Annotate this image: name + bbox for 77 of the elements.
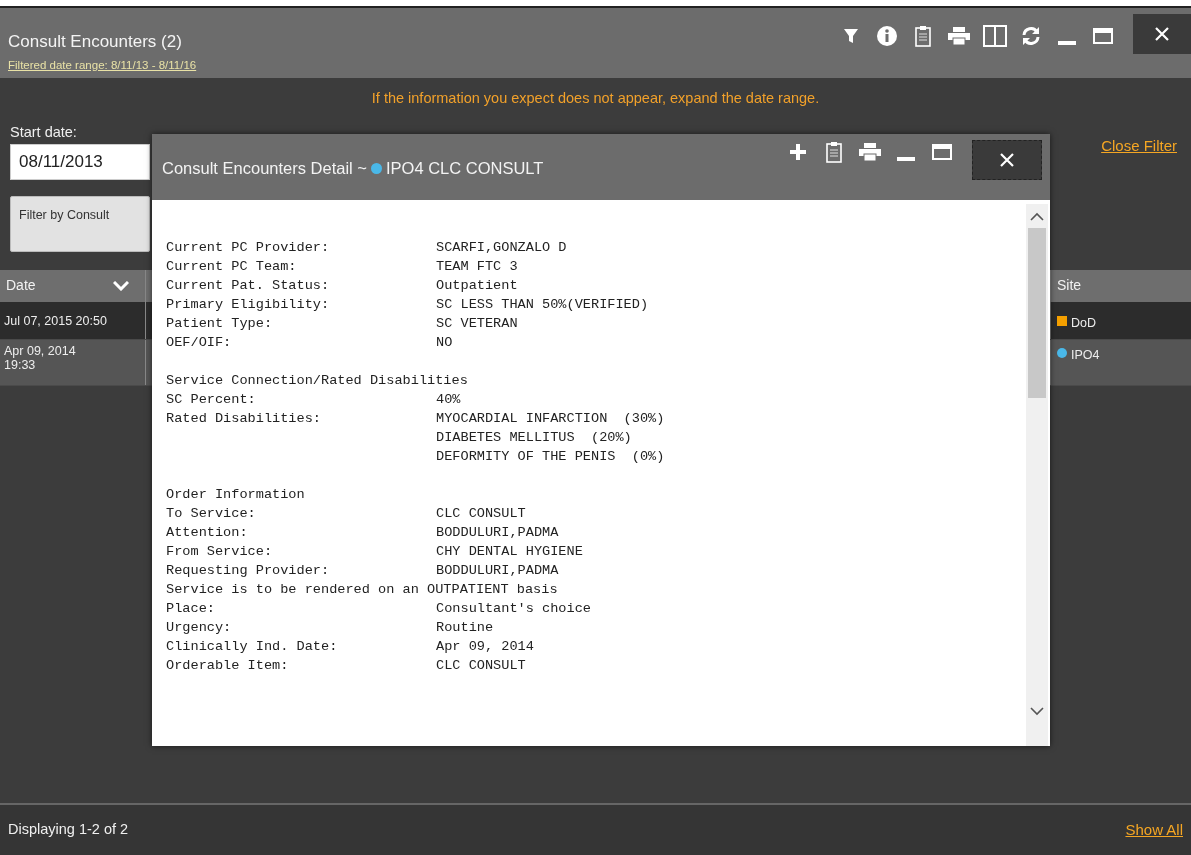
field-label: Current PC Provider: bbox=[166, 239, 331, 257]
field-label: Primary Eligibility: bbox=[166, 296, 331, 314]
maximize-icon bbox=[1093, 28, 1113, 44]
field-value: MYOCARDIAL INFARCTION (30%) bbox=[436, 410, 665, 428]
field-value: SC VETERAN bbox=[436, 315, 518, 333]
field-value: DEFORMITY OF THE PENIS (0%) bbox=[436, 448, 665, 466]
section-heading: Service Connection/Rated Disabilities bbox=[166, 372, 468, 390]
dialog-title: IPO4 CLC CONSULT bbox=[386, 157, 544, 179]
show-all-link[interactable]: Show All bbox=[1125, 818, 1183, 842]
plus-icon bbox=[790, 144, 806, 160]
field-value: Apr 09, 2014 bbox=[436, 638, 534, 656]
print-button[interactable] bbox=[856, 140, 884, 164]
clipboard-icon bbox=[826, 141, 842, 163]
close-button[interactable] bbox=[1133, 14, 1191, 54]
field-value: CHY DENTAL HYGIENE bbox=[436, 543, 583, 561]
print-icon bbox=[859, 143, 881, 161]
date-range-hint: If the information you expect does not appear, expand the date range. bbox=[370, 89, 821, 108]
section-heading: Order Information bbox=[166, 486, 305, 504]
field-label: Patient Type: bbox=[166, 315, 274, 333]
info-icon bbox=[877, 26, 897, 46]
field-value: CLC CONSULT bbox=[436, 657, 526, 675]
field-value: CLC CONSULT bbox=[436, 505, 526, 523]
scroll-up-icon[interactable] bbox=[1030, 212, 1044, 222]
maximize-icon bbox=[932, 144, 952, 160]
field-label: To Service: bbox=[166, 505, 257, 523]
scrollbar[interactable] bbox=[1026, 204, 1048, 746]
columns-button[interactable] bbox=[981, 24, 1009, 48]
filter-icon bbox=[844, 28, 858, 44]
start-date-field[interactable]: 08/11/2013 bbox=[10, 143, 150, 180]
field-value: TEAM FTC 3 bbox=[436, 258, 518, 276]
field-value: 40% bbox=[436, 391, 461, 409]
field-value: Consultant's choice bbox=[436, 600, 591, 618]
field-label: Orderable Item: bbox=[166, 657, 290, 675]
close-icon bbox=[1000, 153, 1014, 167]
close-icon bbox=[1155, 27, 1169, 41]
field-label: OEF/OIF: bbox=[166, 334, 233, 352]
field-value: NO bbox=[436, 334, 453, 352]
clipboard-icon bbox=[915, 25, 931, 47]
close-button[interactable] bbox=[972, 140, 1042, 180]
site-label: IPO4 bbox=[1071, 346, 1100, 364]
field-label: Current Pat. Status: bbox=[166, 277, 331, 295]
columns-icon bbox=[983, 25, 1007, 47]
field-value: Outpatient bbox=[436, 277, 518, 295]
field-label: Current PC Team: bbox=[166, 258, 298, 276]
column-header[interactable]: Date bbox=[0, 269, 146, 302]
field-label: Place: bbox=[166, 600, 216, 618]
field-value: Routine bbox=[436, 619, 494, 637]
table-cell-text: Jul 07, 2015 20:50 bbox=[3, 312, 108, 330]
close-filter-link[interactable]: Close Filter bbox=[1101, 136, 1177, 154]
dialog-title-prefix: Consult Encounters Detail ~ bbox=[162, 157, 367, 179]
table-cell-text: Apr 09, 2014 19:33 bbox=[3, 342, 77, 374]
panel-title: Consult Encounters (2) bbox=[8, 32, 183, 52]
date-range-link[interactable]: Filtered date range: 8/11/13 - 8/11/16 bbox=[8, 58, 197, 72]
field-value: BODDULURI,PADMA bbox=[436, 524, 559, 542]
field-label: Requesting Provider: bbox=[166, 562, 331, 580]
start-date-label: Start date: bbox=[10, 122, 78, 142]
filter-by-consult-button[interactable]: Filter by Consult bbox=[10, 195, 150, 252]
field-label: Clinically Ind. Date: bbox=[166, 638, 339, 656]
field-value: BODDULURI,PADMA bbox=[436, 562, 559, 580]
site-label: DoD bbox=[1071, 314, 1096, 332]
field-value: SC LESS THAN 50%(VERIFIED) bbox=[436, 296, 649, 314]
field-label: From Service: bbox=[166, 543, 274, 561]
field-label: Attention: bbox=[166, 524, 249, 542]
field-value: SCARFI,GONZALO D bbox=[436, 239, 567, 257]
minimize-icon bbox=[1058, 41, 1076, 45]
field-value: DIABETES MELLITUS (20%) bbox=[436, 429, 632, 447]
field-label: Urgency: bbox=[166, 619, 233, 637]
field-label: SC Percent: bbox=[166, 391, 257, 409]
print-icon bbox=[948, 27, 970, 45]
section-heading: Service is to be rendered on an OUTPATIENT basis bbox=[166, 581, 558, 599]
scroll-down-icon[interactable] bbox=[1030, 706, 1044, 716]
print-button[interactable] bbox=[945, 24, 973, 48]
refresh-icon bbox=[1021, 26, 1041, 46]
minimize-icon bbox=[897, 157, 915, 161]
scrollbar-thumb[interactable] bbox=[1028, 228, 1046, 398]
field-label: Rated Disabilities: bbox=[166, 410, 322, 428]
record-count: Displaying 1-2 of 2 bbox=[8, 820, 129, 840]
